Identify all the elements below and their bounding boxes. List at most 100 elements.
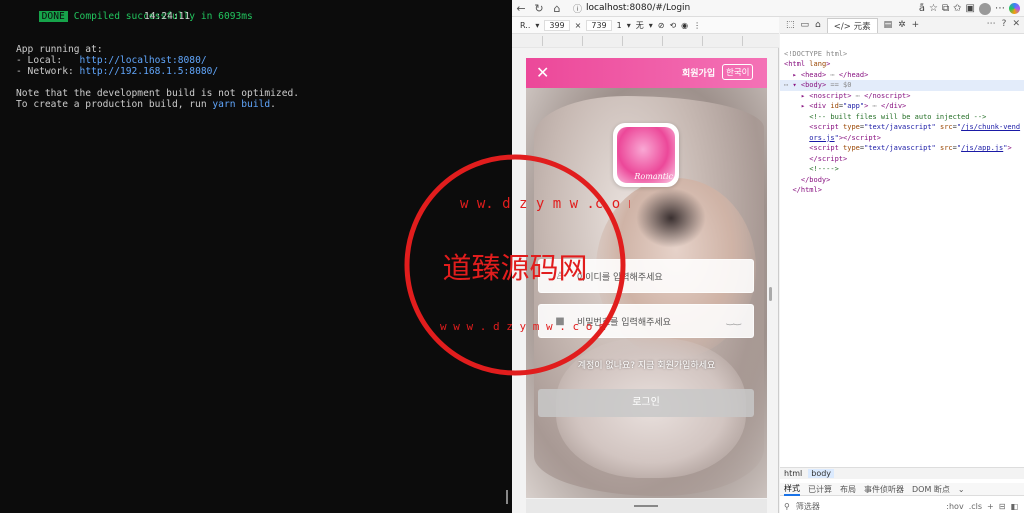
note-line-2: To create a production build, run yarn b… — [16, 99, 276, 110]
dom-node[interactable]: <script type="text/javascript" src="/js/… — [780, 122, 1024, 133]
note-prefix: To create a production build, run — [16, 99, 213, 110]
copilot-icon[interactable] — [1009, 3, 1020, 14]
sidebar-toggle-icon[interactable]: ◧ — [1010, 502, 1018, 511]
read-aloud-icon[interactable]: a͊ — [919, 3, 925, 14]
hov-toggle[interactable]: :hov — [946, 502, 963, 511]
signup-hint[interactable]: 계정이 없나요? 지금 회원가입하세요 — [526, 358, 767, 371]
plus-icon[interactable]: + — [912, 20, 920, 30]
url-path: :8080/#/Login — [626, 3, 691, 13]
tab-computed[interactable]: 已计算 — [808, 484, 832, 495]
height-input[interactable]: 739 — [586, 19, 612, 31]
favorite-star-icon[interactable]: ☆ — [929, 3, 938, 14]
dom-node[interactable]: ▸ <head> ⋯ </head> — [780, 70, 1024, 81]
local-url[interactable]: http://localhost:8080/ — [80, 55, 207, 66]
close-icon[interactable]: ✕ — [1012, 19, 1020, 29]
dom-node[interactable]: <html lang> — [780, 59, 1024, 70]
styles-tabs: 样式 已计算 布局 事件侦听器 DOM 断点 ⌄ — [780, 483, 1024, 496]
resize-handle-bottom[interactable] — [634, 505, 658, 507]
breadcrumb: html body — [780, 467, 1024, 479]
tab-elements[interactable]: </> 元素 — [826, 17, 878, 33]
favorites-icon[interactable]: ✩ — [953, 3, 961, 14]
terminal-pane[interactable]: DONE Compiled successfully in 6093ms 14:2… — [0, 0, 512, 513]
zoom-select[interactable]: 1 — [617, 21, 622, 30]
tab-styles[interactable]: 样式 — [784, 483, 800, 496]
user-icon: ♙ — [555, 270, 565, 282]
console-icon[interactable]: ▤ — [884, 20, 893, 30]
back-icon[interactable]: ← — [512, 2, 530, 15]
dom-node[interactable]: <script type="text/javascript" src="/js/… — [780, 143, 1024, 154]
info-icon[interactable]: ⓘ — [573, 2, 582, 15]
more-icon[interactable]: ⋯ — [987, 19, 996, 29]
home-icon[interactable]: ⌂ — [548, 2, 566, 15]
cls-toggle[interactable]: .cls — [969, 502, 982, 511]
app-logo: Romantic — [613, 123, 679, 187]
dom-comment[interactable]: <!----> — [780, 164, 1024, 175]
refresh-icon[interactable]: ↻ — [530, 2, 548, 15]
resize-handle-right[interactable] — [769, 287, 772, 301]
dom-node-selected[interactable]: ⋯ ▾ <body> == $0 — [780, 80, 1024, 91]
breadcrumb-body[interactable]: body — [808, 469, 835, 478]
close-icon[interactable]: ✕ — [536, 65, 550, 81]
plus-icon[interactable]: + — [987, 502, 994, 511]
throttle-select[interactable]: 无 — [636, 20, 644, 31]
tab-layout[interactable]: 布局 — [840, 484, 856, 495]
dom-node[interactable]: ▸ <div id="app"> ⋯ </div> — [780, 101, 1024, 112]
login-header: ✕ 회원가입 한국이 — [526, 58, 767, 88]
chevron-down-icon[interactable]: ▾ — [627, 21, 631, 30]
help-icon[interactable]: ? — [1002, 19, 1007, 29]
dom-comment[interactable]: <!-- built files will be auto injected -… — [780, 112, 1024, 123]
dom-node-cont: ors.js"></script> — [809, 133, 881, 142]
screen: DONE Compiled successfully in 6093ms 14:2… — [0, 0, 1024, 513]
avatar[interactable] — [979, 2, 991, 15]
phone-screen: ✕ 회원가입 한국이 Romantic ♙ 아이디를 입력해주세요 ■ 비밀번호… — [526, 58, 767, 498]
language-button[interactable]: 한국이 — [722, 64, 754, 80]
extensions-icon[interactable]: ⧉ — [942, 3, 949, 14]
eye-icon[interactable]: ◉ — [681, 21, 688, 30]
styles-filter-row: ⚲ 筛选器 :hov .cls + ⊟ ◧ — [780, 499, 1024, 513]
tab-dom-breakpoints[interactable]: DOM 断点 — [912, 484, 950, 495]
new-rule-icon[interactable]: ⊟ — [999, 502, 1006, 511]
password-field[interactable]: ■ 비밀번호를 입력해주세요 ‿‿ — [538, 304, 754, 338]
username-field[interactable]: ♙ 아이디를 입력해주세요 — [538, 259, 754, 293]
local-label: - Local: — [16, 55, 80, 66]
device-icon[interactable]: ▭ — [801, 20, 810, 30]
note-command: yarn build — [212, 99, 271, 110]
no-throttle-icon[interactable]: ⊘ — [658, 21, 665, 30]
devtools-actions: ⋯ ? ✕ — [987, 19, 1020, 29]
media-ruler — [512, 34, 779, 48]
rotate-icon[interactable]: ⟲ — [669, 21, 676, 30]
filter-actions: :hov .cls + ⊟ ◧ — [946, 502, 1024, 511]
breadcrumb-html[interactable]: html — [784, 469, 802, 478]
debug-icon[interactable]: ✲ — [898, 20, 906, 30]
device-select[interactable]: R.. — [520, 21, 530, 30]
devtools-panel: ⬚ ▭ ⌂ </> 元素 ▤ ✲ + ⋯ ? ✕ <!DOCTYPE html>… — [780, 17, 1024, 513]
terminal-scrollbar[interactable] — [506, 490, 508, 504]
dom-node-close: </body> — [800, 175, 831, 184]
dom-node-close: </html> — [792, 186, 822, 194]
dom-node-close: </script> — [809, 154, 848, 163]
inspect-icon[interactable]: ⬚ — [786, 20, 795, 30]
password-placeholder: 비밀번호를 입력해주세요 — [577, 317, 671, 328]
login-button[interactable]: 로그인 — [538, 389, 754, 417]
resize-bar-bottom — [526, 499, 767, 513]
dom-node[interactable]: ▸ <noscript> ⋯ </noscript> — [780, 91, 1024, 102]
url-field[interactable]: ⓘ localhost:8080/#/Login — [573, 1, 873, 15]
signup-link[interactable]: 회원가입 — [682, 66, 715, 79]
collections-icon[interactable]: ▣ — [966, 3, 975, 14]
dom-doctype: <!DOCTYPE html> — [784, 49, 848, 58]
local-url-line: - Local: http://localhost:8080/ — [16, 55, 207, 66]
tab-event-listeners[interactable]: 事件侦听器 — [864, 484, 904, 495]
browser-window: ← ↻ ⌂ ⓘ localhost:8080/#/Login a͊ ☆ ⧉ ✩ … — [512, 0, 1024, 513]
chevron-down-icon[interactable]: ▾ — [649, 21, 653, 30]
filter-input[interactable]: 筛选器 — [796, 501, 820, 512]
note-line-1: Note that the development build is not o… — [16, 88, 300, 99]
device-more-icon[interactable]: ⋮ — [693, 21, 701, 30]
lock-icon: ■ — [555, 315, 565, 327]
chevron-down-icon[interactable]: ▾ — [535, 21, 539, 30]
welcome-icon[interactable]: ⌂ — [815, 20, 821, 30]
more-icon[interactable]: ⋯ — [995, 3, 1005, 14]
chevron-down-icon[interactable]: ⌄ — [958, 485, 965, 494]
width-input[interactable]: 399 — [544, 19, 570, 31]
eye-closed-icon[interactable]: ‿‿ — [727, 316, 741, 326]
network-url[interactable]: http://192.168.1.5:8080/ — [80, 66, 219, 77]
